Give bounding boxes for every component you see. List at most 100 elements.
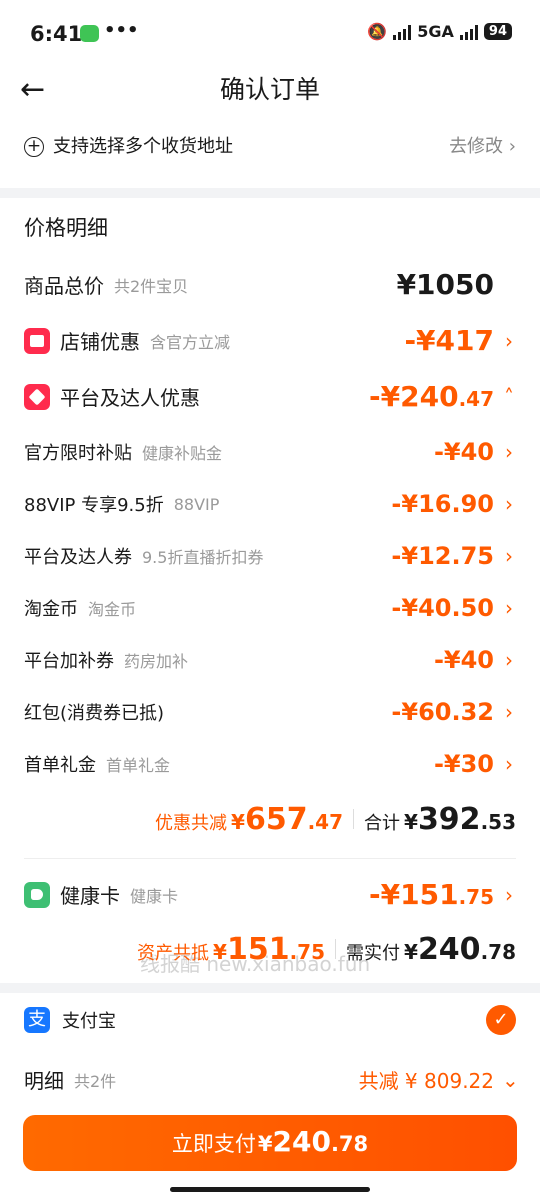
subtotal-label: 合计 bbox=[364, 813, 401, 834]
divider bbox=[24, 858, 516, 859]
discount-item-sub: 药房加补 bbox=[124, 652, 189, 671]
home-indicator[interactable] bbox=[170, 1187, 370, 1192]
discount-item-sub: 88VIP bbox=[173, 494, 220, 514]
chevron-right-icon: › bbox=[505, 752, 513, 776]
discount-item-label: 淘金币 bbox=[24, 599, 78, 620]
discount-item-row[interactable]: 平台加补券 药房加补 -¥40 › bbox=[24, 646, 516, 674]
discount-item-row[interactable]: 红包(消费券已抵) -¥60.32 › bbox=[24, 698, 516, 726]
divider bbox=[335, 939, 337, 959]
network-type: 5GA bbox=[417, 22, 454, 41]
platform-discount-label: 平台及达人优惠 bbox=[60, 386, 200, 410]
status-bar: 6:41 ••• 🔕 5GA 94 bbox=[0, 0, 540, 60]
bell-off-icon: 🔕 bbox=[367, 22, 388, 41]
chevron-right-icon: › bbox=[505, 596, 513, 620]
health-card-label: 健康卡 bbox=[60, 884, 120, 908]
plus-circle-icon: + bbox=[24, 137, 44, 157]
discount-item-row[interactable]: 淘金币 淘金币 -¥40.50 › bbox=[24, 594, 516, 622]
chevron-right-icon: › bbox=[508, 136, 516, 157]
detail-discount-amount: 共减 ¥ 809.22 bbox=[358, 1069, 494, 1093]
signal-icon-2 bbox=[459, 24, 478, 40]
discount-item-row[interactable]: 平台及达人券 9.5折直播折扣券 -¥12.75 › bbox=[24, 542, 516, 570]
discount-item-amount: -¥16.90 bbox=[391, 490, 494, 518]
discount-item-amount: -¥30 bbox=[433, 750, 494, 778]
platform-discount-amount: -¥240.47 bbox=[369, 380, 494, 413]
discount-item-label: 平台加补券 bbox=[24, 651, 114, 672]
need-pay-value: 240 bbox=[417, 932, 481, 967]
edit-address-label: 去修改 bbox=[449, 136, 504, 157]
chevron-right-icon: › bbox=[505, 700, 513, 724]
discount-item-amount: -¥12.75 bbox=[391, 542, 494, 570]
health-card-icon bbox=[24, 881, 50, 908]
platform-discount-row[interactable]: 平台及达人优惠 -¥240.47 ˄ bbox=[24, 380, 516, 413]
divider bbox=[353, 809, 355, 829]
status-time: 6:41 bbox=[30, 22, 83, 46]
goods-total-label: 商品总价 bbox=[24, 274, 104, 298]
discount-item-row[interactable]: 首单礼金 首单礼金 -¥30 › bbox=[24, 750, 516, 778]
discount-item-amount: -¥40 bbox=[433, 438, 494, 466]
chevron-right-icon: › bbox=[505, 328, 513, 353]
asset-offset-label: 资产共抵 bbox=[137, 943, 210, 964]
payment-method-label: 支付宝 bbox=[62, 1011, 116, 1032]
discount-item-label: 首单礼金 bbox=[24, 755, 96, 776]
address-section[interactable]: + 支持选择多个收货地址 去修改 › bbox=[0, 120, 540, 188]
checkmark-icon[interactable]: ✓ bbox=[486, 1005, 516, 1035]
address-text: 支持选择多个收货地址 bbox=[53, 136, 233, 157]
discount-item-amount: -¥40 bbox=[433, 646, 494, 674]
more-dots: ••• bbox=[104, 20, 139, 41]
need-pay-label: 需实付 bbox=[346, 943, 401, 964]
coupon-tag-icon bbox=[24, 383, 50, 410]
chevron-up-icon: ˄ bbox=[504, 384, 514, 409]
discount-total-label: 优惠共减 bbox=[155, 813, 228, 834]
chevron-right-icon: › bbox=[505, 648, 513, 672]
discount-item-row[interactable]: 官方限时补贴 健康补贴金 -¥40 › bbox=[24, 438, 516, 466]
chevron-right-icon: › bbox=[505, 492, 513, 516]
wechat-icon bbox=[80, 25, 99, 42]
shop-icon bbox=[24, 327, 50, 354]
discount-item-amount: -¥40.50 bbox=[391, 594, 494, 622]
asset-offset-value: 151 bbox=[226, 932, 290, 967]
subtotal-value: 392 bbox=[417, 802, 481, 837]
discount-item-sub: 淘金币 bbox=[88, 600, 137, 619]
shop-discount-amount: -¥417 bbox=[404, 324, 494, 357]
health-card-amount: -¥151.75 bbox=[369, 878, 494, 911]
pay-now-label: 立即支付 bbox=[171, 1132, 256, 1156]
detail-label: 明细 bbox=[24, 1069, 64, 1093]
shop-discount-label: 店铺优惠 bbox=[60, 330, 140, 354]
discount-item-sub: 健康补贴金 bbox=[142, 444, 223, 463]
price-detail-card: 价格明细 商品总价 共2件宝贝 ¥1050 › 店铺优惠 含官方立减 -¥417… bbox=[0, 198, 540, 983]
discount-item-label: 88VIP 专享9.5折 bbox=[24, 495, 164, 516]
top-nav: ← 确认订单 bbox=[0, 60, 540, 120]
signal-icon bbox=[393, 24, 412, 40]
battery-icon: 94 bbox=[483, 23, 512, 40]
health-card-sub: 健康卡 bbox=[130, 886, 179, 906]
discount-item-label: 红包(消费券已抵) bbox=[24, 703, 165, 724]
discount-item-label: 平台及达人券 bbox=[24, 547, 132, 568]
section-title: 价格明细 bbox=[24, 216, 108, 240]
payment-detail-row[interactable]: 明细 共2件 共减 ¥ 809.22 ⌄ bbox=[24, 1065, 519, 1094]
pay-now-button[interactable]: 立即支付 ¥ 240 .78 bbox=[23, 1115, 517, 1171]
discount-item-sub: 9.5折直播折扣券 bbox=[142, 548, 264, 567]
health-card-row[interactable]: 健康卡 健康卡 -¥151.75 › bbox=[24, 878, 516, 911]
discount-item-sub: 首单礼金 bbox=[106, 756, 171, 775]
page-title: 确认订单 bbox=[219, 75, 320, 104]
chevron-right-icon: › bbox=[505, 882, 513, 907]
chevron-right-icon: › bbox=[505, 440, 513, 464]
goods-total-amount: ¥1050 bbox=[396, 268, 494, 301]
chevron-double-down-icon: ⌄ bbox=[502, 1067, 519, 1092]
alipay-icon: 支 bbox=[24, 1007, 50, 1033]
asset-summary: 资产共抵 ¥ 151 .75 需实付 ¥ 240 .78 bbox=[137, 932, 516, 967]
chevron-right-icon: › bbox=[505, 544, 513, 568]
shop-discount-row[interactable]: 店铺优惠 含官方立减 -¥417 › bbox=[24, 324, 516, 357]
shop-discount-sub: 含官方立减 bbox=[150, 332, 231, 352]
discount-summary: 优惠共减 ¥ 657 .47 合计 ¥ 392 .53 bbox=[155, 802, 516, 837]
discount-item-label: 官方限时补贴 bbox=[24, 443, 132, 464]
detail-count: 共2件 bbox=[74, 1071, 117, 1091]
discount-item-row[interactable]: 88VIP 专享9.5折 88VIP -¥16.90 › bbox=[24, 490, 516, 518]
discount-item-amount: -¥60.32 bbox=[391, 698, 494, 726]
discount-total-value: 657 bbox=[244, 802, 308, 837]
goods-count: 共2件宝贝 bbox=[114, 276, 189, 296]
goods-total-row: 商品总价 共2件宝贝 ¥1050 › bbox=[24, 268, 516, 301]
pay-now-amount: 240 bbox=[272, 1125, 331, 1158]
payment-method-row[interactable]: 支 支付宝 ✓ bbox=[24, 1005, 516, 1035]
edit-address-link[interactable]: 去修改 › bbox=[449, 134, 516, 160]
